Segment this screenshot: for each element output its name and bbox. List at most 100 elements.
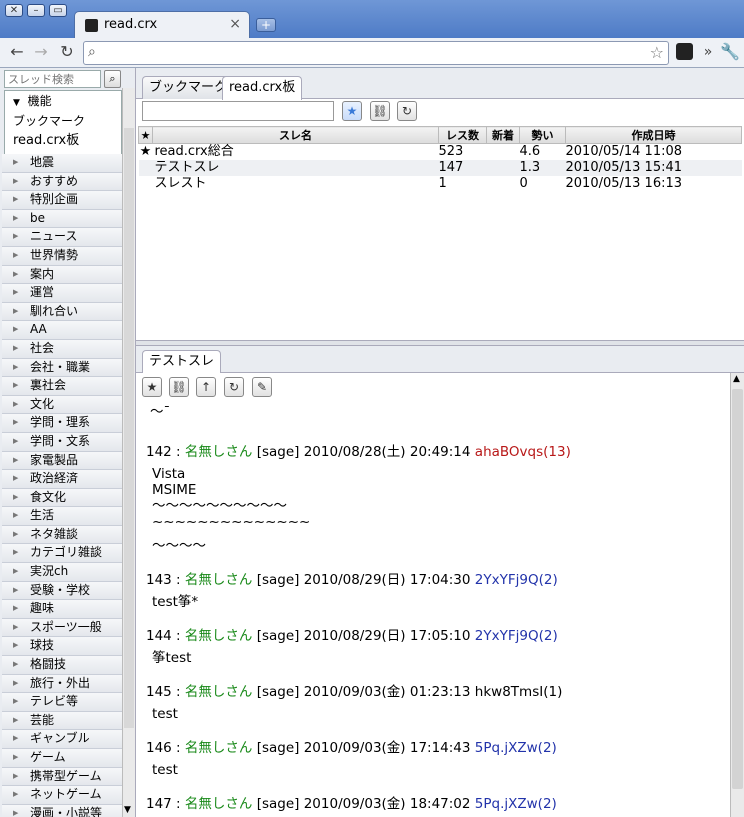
post-author[interactable]: 名無しさん: [185, 740, 253, 756]
sidebar-board-item[interactable]: ▶ テレビ等: [2, 693, 123, 712]
address-bar[interactable]: ⌕ ☆: [83, 41, 669, 65]
search-button[interactable]: ⌕: [104, 70, 121, 88]
post-id[interactable]: 5Pq.jXZw(2): [475, 740, 557, 756]
sidebar-board-item[interactable]: ▶ be: [2, 209, 123, 229]
tab-close-icon[interactable]: ×: [229, 16, 241, 32]
sidebar-board-item[interactable]: ▶ 食文化: [2, 488, 123, 508]
scroll-down-icon[interactable]: ▼: [124, 805, 131, 815]
sidebar-board-item[interactable]: ▶ 馴れ合い: [2, 302, 123, 322]
post-author[interactable]: 名無しさん: [185, 684, 253, 700]
sidebar-board-item[interactable]: ▶ 運営: [2, 284, 123, 303]
scrollbar-thumb[interactable]: [732, 389, 743, 789]
new-tab-button[interactable]: +: [256, 18, 276, 32]
column-date[interactable]: 作成日時: [565, 126, 742, 144]
post-author[interactable]: 名無しさん: [185, 444, 253, 460]
sidebar-board-item[interactable]: ▶ 案内: [2, 265, 123, 285]
thread-search-input[interactable]: [4, 70, 101, 88]
post-id[interactable]: hkw8TmsI(1): [475, 684, 563, 700]
sidebar-board-item[interactable]: ▶ ニュース: [2, 228, 123, 247]
tab-read-crx[interactable]: read.crx板: [222, 76, 303, 100]
sidebar-item-read-crx[interactable]: read.crx板: [13, 129, 79, 148]
post-author[interactable]: 名無しさん: [185, 796, 253, 812]
column-ikioi[interactable]: 勢い: [519, 126, 566, 144]
post-id[interactable]: 2YxYFj9Q(2): [475, 628, 558, 644]
post-number[interactable]: 142 :: [146, 444, 181, 460]
sidebar-board-item[interactable]: ▶ AA: [2, 321, 123, 340]
sidebar-board-item[interactable]: ▶ ネタ雑談: [2, 525, 123, 545]
arrow-up-icon[interactable]: ↑: [196, 377, 216, 397]
bookmark-star-icon[interactable]: ★: [342, 101, 362, 121]
table-row[interactable]: ★ read.crx総合 523 4.6 2010/05/14 11:08: [139, 144, 742, 161]
sidebar-board-item[interactable]: ▶ 裏社会: [2, 377, 123, 396]
post-id[interactable]: 2YxYFj9Q(2): [475, 572, 558, 588]
sidebar-scrollbar[interactable]: ▼: [122, 88, 135, 817]
scroll-up-icon[interactable]: ▲: [733, 374, 740, 384]
sidebar-board-item[interactable]: ▶ 格闘技: [2, 656, 123, 675]
reload-icon[interactable]: ↻: [397, 101, 417, 121]
sidebar-board-item[interactable]: ▶ 携帯型ゲーム: [2, 767, 123, 787]
sidebar-item-bookmark[interactable]: ブックマーク: [13, 112, 85, 129]
column-name[interactable]: スレ名: [152, 126, 439, 144]
sidebar-board-item[interactable]: ▶ 家電製品: [2, 451, 123, 471]
maximize-window-icon[interactable]: ▭: [49, 4, 67, 17]
sidebar-board-item[interactable]: ▶ 地震: [2, 154, 123, 173]
tab-test-thread[interactable]: テストスレ: [142, 350, 222, 373]
post-number[interactable]: 144 :: [146, 628, 181, 644]
thread-filter-input[interactable]: [142, 101, 334, 121]
sidebar-board-item[interactable]: ▶ 特別企画: [2, 191, 123, 210]
sidebar-board-item[interactable]: ▶ ギャンブル: [2, 730, 123, 749]
sidebar-board-item[interactable]: ▶ 受験・学校: [2, 581, 123, 601]
sidebar-board-item[interactable]: ▶ 学問・理系: [2, 414, 123, 433]
scrollbar-thumb[interactable]: [124, 128, 134, 728]
tab-bookmark[interactable]: ブックマーク: [142, 76, 235, 99]
extension-icon[interactable]: [676, 43, 693, 60]
post-id[interactable]: 5Pq.jXZw(2): [475, 796, 557, 812]
post-author[interactable]: 名無しさん: [185, 572, 253, 588]
reload-icon[interactable]: ↻: [58, 43, 76, 61]
post-number[interactable]: 145 :: [146, 684, 181, 700]
post-author[interactable]: 名無しさん: [185, 628, 253, 644]
forward-icon[interactable]: →: [32, 43, 50, 61]
sidebar-board-item[interactable]: ▶ おすすめ: [2, 172, 123, 192]
sidebar-board-item[interactable]: ▶ 政治経済: [2, 470, 123, 489]
column-star[interactable]: ★: [138, 126, 153, 144]
column-new[interactable]: 新着: [486, 126, 520, 144]
post-number[interactable]: 147 :: [146, 796, 181, 812]
functions-header[interactable]: ▼ 機能: [13, 92, 52, 109]
minimize-window-icon[interactable]: –: [27, 4, 45, 17]
sidebar-board-item[interactable]: ▶ 生活: [2, 507, 123, 526]
sidebar-board-item[interactable]: ▶ 文化: [2, 395, 123, 415]
table-row[interactable]: スレスト 1 0 2010/05/13 16:13: [139, 176, 742, 192]
table-row[interactable]: テストスレ 147 1.3 2010/05/13 15:41: [138, 160, 742, 176]
sidebar-board-item[interactable]: ▶ ゲーム: [2, 749, 123, 768]
thread-scrollbar[interactable]: ▲: [730, 373, 744, 817]
chevron-right-icon[interactable]: »: [699, 43, 717, 61]
sidebar-board-item[interactable]: ▶ 球技: [2, 637, 123, 657]
sidebar-board-item[interactable]: ▶ カテゴリ雑談: [2, 544, 123, 564]
sidebar-board-item[interactable]: ▶ スポーツ一般: [2, 618, 123, 638]
browser-tab[interactable]: read.crx ×: [74, 11, 250, 39]
sidebar-board-item[interactable]: ▶ ネットゲーム: [2, 786, 123, 805]
close-window-icon[interactable]: ✕: [5, 4, 23, 17]
column-res[interactable]: レス数: [438, 126, 487, 144]
sidebar-board-item[interactable]: ▶ 会社・職業: [2, 358, 123, 378]
back-icon[interactable]: ←: [8, 43, 26, 61]
sidebar-board-item[interactable]: ▶ 実況ch: [2, 563, 123, 582]
wrench-icon[interactable]: 🔧: [720, 43, 740, 61]
post-id[interactable]: ahaBOvqs(13): [475, 444, 571, 460]
bookmark-star-icon[interactable]: ★: [142, 377, 162, 397]
link-icon[interactable]: ⛓: [370, 101, 390, 121]
sidebar-board-item[interactable]: ▶ 世界情勢: [2, 246, 123, 266]
sidebar-board-item[interactable]: ▶ 社会: [2, 339, 123, 359]
link-icon[interactable]: ⛓: [169, 377, 189, 397]
post-number[interactable]: 143 :: [146, 572, 181, 588]
sidebar-board-item[interactable]: ▶ 旅行・外出: [2, 674, 123, 694]
sidebar-board-item[interactable]: ▶ 趣味: [2, 600, 123, 619]
post-number[interactable]: 146 :: [146, 740, 181, 756]
sidebar-board-item[interactable]: ▶ 芸能: [2, 711, 123, 731]
sidebar-board-item[interactable]: ▶ 漫画・小説等: [2, 804, 123, 817]
bookmark-star-icon[interactable]: ☆: [650, 43, 664, 62]
reload-icon[interactable]: ↻: [224, 377, 244, 397]
write-pencil-icon[interactable]: ✎: [252, 377, 272, 397]
sidebar-board-item[interactable]: ▶ 学問・文系: [2, 432, 123, 452]
